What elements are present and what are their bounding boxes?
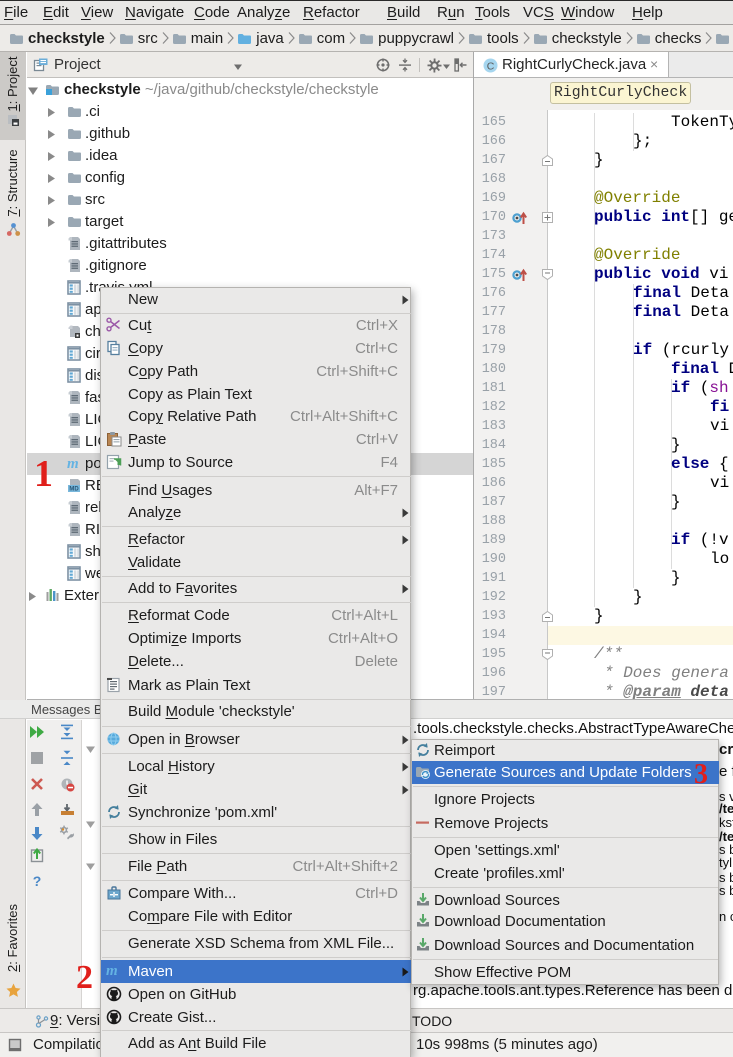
svg-text:MD: MD — [69, 487, 79, 493]
svg-text:C: C — [487, 60, 495, 72]
